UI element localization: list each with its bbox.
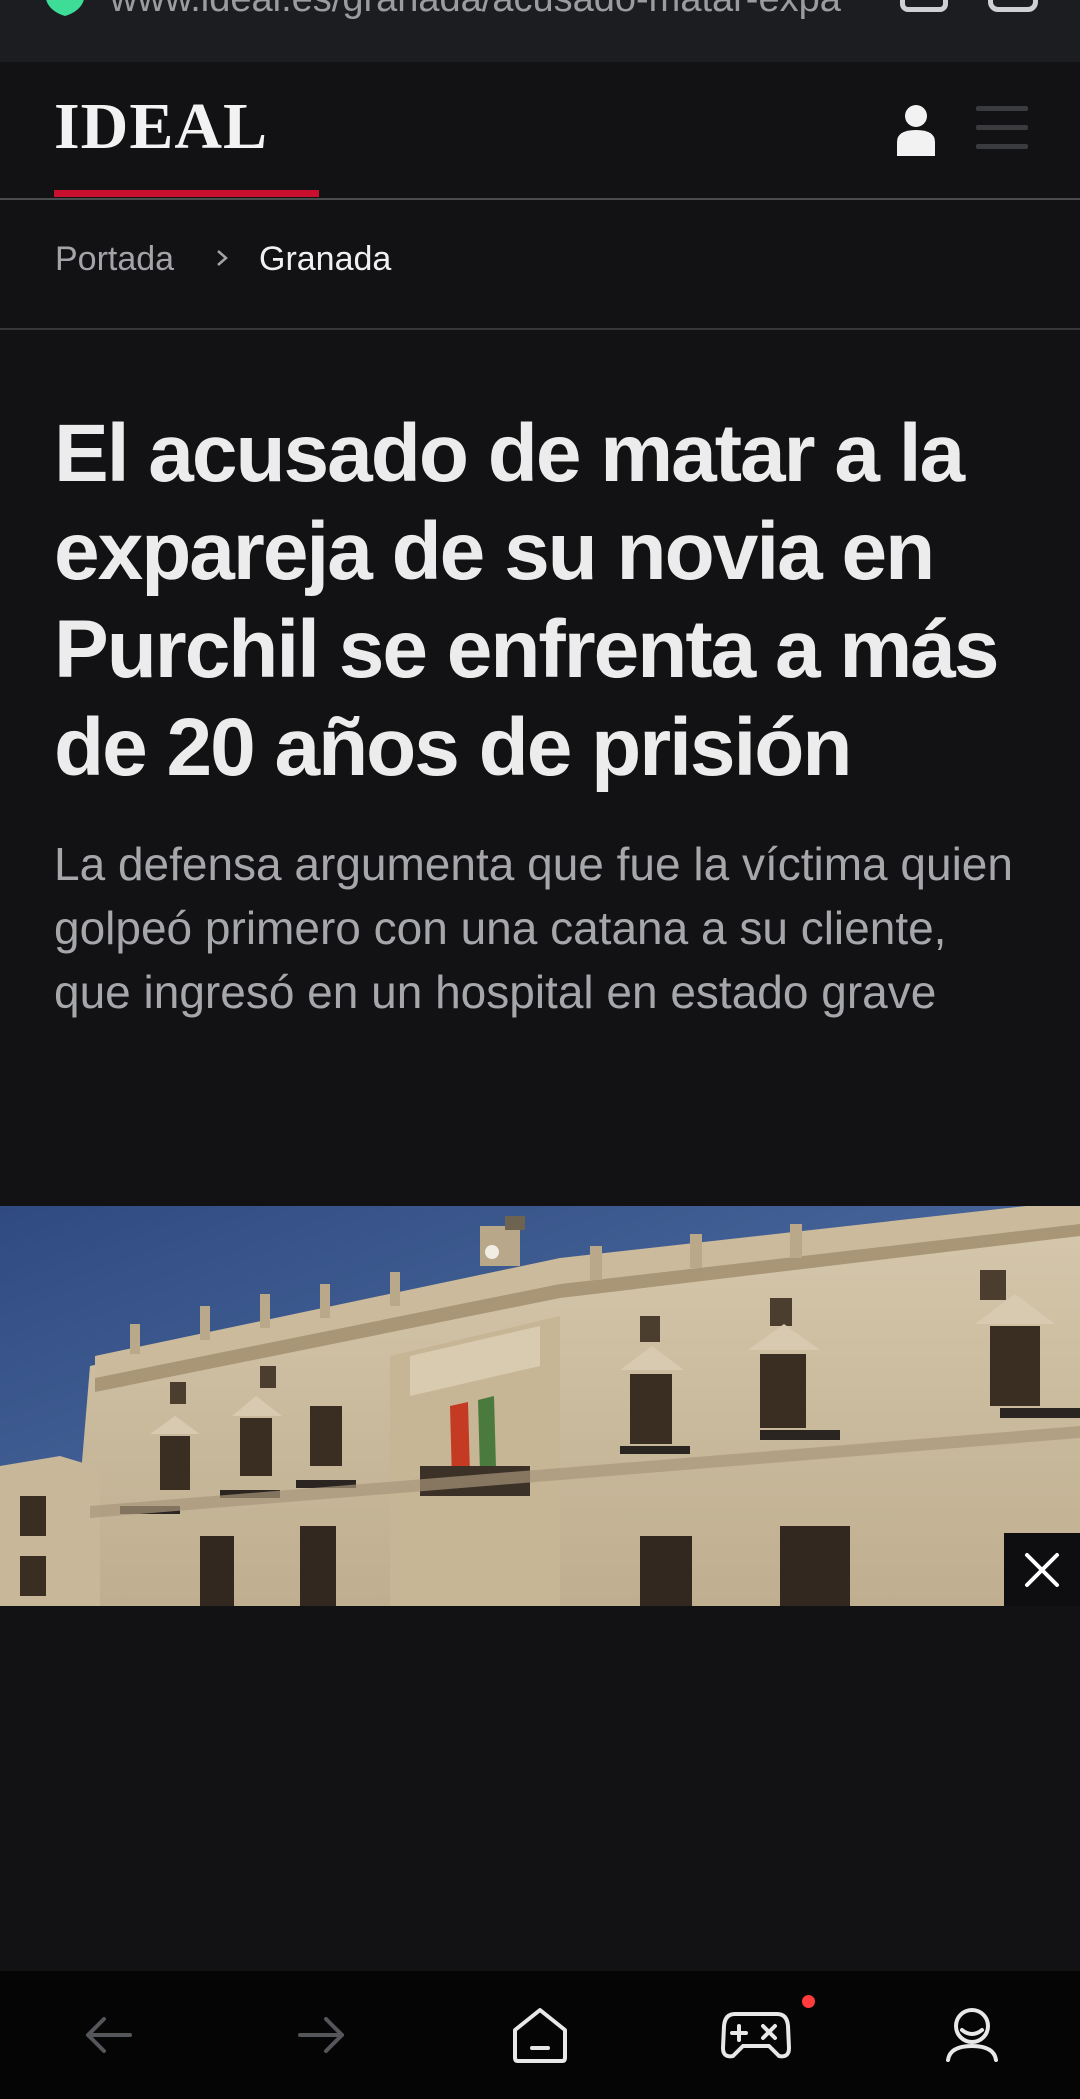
hamburger-menu-icon[interactable] [976,106,1028,154]
forward-icon [298,2017,344,2053]
logo-underline [54,190,319,197]
chevron-right-icon [217,250,228,266]
site-header: IDEAL [0,62,1080,200]
back-button[interactable] [58,1991,158,2079]
forward-button[interactable] [272,1991,372,2079]
ad-placeholder [0,1606,1080,1970]
home-icon [513,2008,567,2063]
breadcrumb-current[interactable]: Granada [259,240,391,279]
back-icon [86,2017,132,2053]
url-text[interactable]: www.ideal.es/granada/acusado-matar-expa [110,0,870,21]
shield-icon [46,0,84,16]
profile-button[interactable] [922,1991,1022,2079]
article-headline: El acusado de matar a la expareja de su … [54,408,1000,793]
browser-bottom-nav [0,1971,1080,2099]
games-button[interactable] [706,1991,806,2079]
profile-icon [946,2008,998,2062]
browser-menu-button[interactable] [988,0,1038,12]
breadcrumb: Portada Granada [0,200,1080,330]
breadcrumb-home-link[interactable]: Portada [55,240,174,279]
close-icon [1025,1553,1059,1587]
games-icon [721,2012,791,2059]
notification-dot [802,1995,815,2008]
building-illustration [0,1206,1080,1606]
tabs-button[interactable] [900,0,948,12]
article-hero-image[interactable] [0,1206,1080,1606]
site-logo[interactable]: IDEAL [54,94,268,160]
browser-url-bar: www.ideal.es/granada/acusado-matar-expa [0,0,1080,64]
article-subtitle: La defensa argumenta que fue la víctima … [54,838,1013,1018]
home-button[interactable] [490,1991,590,2079]
user-icon[interactable] [894,104,938,156]
close-ad-button[interactable] [1004,1533,1080,1607]
